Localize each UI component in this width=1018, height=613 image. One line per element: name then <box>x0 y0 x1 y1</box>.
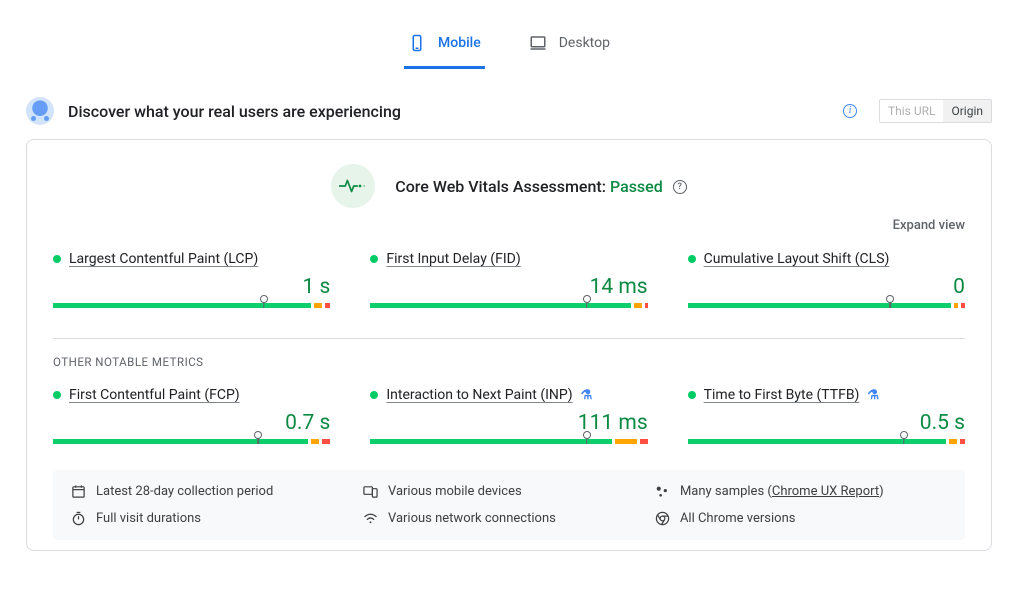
crux-link[interactable]: Chrome UX Report <box>772 484 879 499</box>
samples-icon <box>655 484 670 499</box>
experimental-icon: ⚗ <box>867 388 879 403</box>
core-metrics-row: Largest Contentful Paint (LCP) 1 s First… <box>53 251 965 308</box>
status-dot <box>370 255 378 263</box>
metric-fid-bar <box>370 303 647 308</box>
metric-inp-name[interactable]: Interaction to Next Paint (INP) <box>386 387 572 403</box>
assessment-card: Core Web Vitals Assessment: Passed ? Exp… <box>26 139 992 551</box>
assessment-prefix: Core Web Vitals Assessment: <box>395 177 606 196</box>
bar-pointer <box>254 431 262 439</box>
metric-fid-name[interactable]: First Input Delay (FID) <box>386 251 520 267</box>
wifi-icon <box>363 511 378 526</box>
metric-ttfb-value: 0.5 s <box>688 411 965 435</box>
metric-lcp-name[interactable]: Largest Contentful Paint (LCP) <box>69 251 258 267</box>
section-other-label: OTHER NOTABLE METRICS <box>53 355 965 369</box>
metric-fid: First Input Delay (FID) 14 ms <box>370 251 647 308</box>
metric-lcp: Largest Contentful Paint (LCP) 1 s <box>53 251 330 308</box>
help-icon[interactable]: ? <box>673 180 687 194</box>
metric-cls: Cumulative Layout Shift (CLS) 0 <box>688 251 965 308</box>
assessment-title: Core Web Vitals Assessment: Passed ? <box>395 177 686 196</box>
footer-chrome: All Chrome versions <box>655 511 947 526</box>
footer-chrome-text: All Chrome versions <box>680 511 796 526</box>
users-icon <box>26 97 54 125</box>
metric-ttfb-bar <box>688 439 965 444</box>
footer-period-text: Latest 28-day collection period <box>96 484 273 499</box>
footer-network-text: Various network connections <box>388 511 556 526</box>
metric-lcp-value: 1 s <box>53 275 330 299</box>
bar-pointer <box>886 295 894 303</box>
status-dot <box>53 255 61 263</box>
metric-fcp-bar <box>53 439 330 444</box>
status-dot <box>688 391 696 399</box>
assessment-status: Passed <box>610 177 663 196</box>
metric-cls-value: 0 <box>688 275 965 299</box>
footer-devices: Various mobile devices <box>363 484 655 499</box>
footer-samples-text: Many samples (Chrome UX Report) <box>680 484 884 499</box>
tab-desktop[interactable]: Desktop <box>525 26 614 69</box>
mobile-icon <box>408 34 426 52</box>
footer-period: Latest 28-day collection period <box>71 484 363 499</box>
metric-fcp: First Contentful Paint (FCP) 0.7 s <box>53 387 330 444</box>
tab-mobile[interactable]: Mobile <box>404 26 485 69</box>
footer: Latest 28-day collection period Various … <box>53 470 965 540</box>
metric-cls-bar <box>688 303 965 308</box>
bar-pointer <box>260 295 268 303</box>
bar-pointer <box>900 431 908 439</box>
footer-duration: Full visit durations <box>71 511 363 526</box>
footer-devices-text: Various mobile devices <box>388 484 522 499</box>
metric-ttfb-name[interactable]: Time to First Byte (TTFB) <box>704 387 860 403</box>
bar-pointer <box>583 431 591 439</box>
experimental-icon: ⚗ <box>581 388 593 403</box>
metric-fcp-value: 0.7 s <box>53 411 330 435</box>
metric-ttfb: Time to First Byte (TTFB) ⚗ 0.5 s <box>688 387 965 444</box>
metric-cls-name[interactable]: Cumulative Layout Shift (CLS) <box>704 251 890 267</box>
footer-duration-text: Full visit durations <box>96 511 201 526</box>
pulse-icon <box>331 164 375 208</box>
devices-icon <box>363 484 378 499</box>
footer-samples: Many samples (Chrome UX Report) <box>655 484 947 499</box>
status-dot <box>370 391 378 399</box>
metric-inp-bar <box>370 439 647 444</box>
metric-fcp-name[interactable]: First Contentful Paint (FCP) <box>69 387 240 403</box>
tab-bar: Mobile Desktop <box>26 0 992 69</box>
metric-fid-value: 14 ms <box>370 275 647 299</box>
scope-toggle: This URL Origin <box>879 99 992 123</box>
status-dot <box>53 391 61 399</box>
status-dot <box>688 255 696 263</box>
other-metrics-row: First Contentful Paint (FCP) 0.7 s Inter… <box>53 387 965 444</box>
metric-inp: Interaction to Next Paint (INP) ⚗ 111 ms <box>370 387 647 444</box>
toggle-this-url[interactable]: This URL <box>880 100 944 122</box>
tab-mobile-label: Mobile <box>438 35 481 51</box>
expand-view-button[interactable]: Expand view <box>53 218 965 233</box>
metric-inp-value: 111 ms <box>370 411 647 435</box>
discover-title: Discover what your real users are experi… <box>68 102 829 121</box>
footer-network: Various network connections <box>363 511 655 526</box>
metric-lcp-bar <box>53 303 330 308</box>
desktop-icon <box>529 34 547 52</box>
info-icon[interactable] <box>843 104 857 118</box>
toggle-origin[interactable]: Origin <box>943 100 991 122</box>
bar-pointer <box>583 295 591 303</box>
chrome-icon <box>655 511 670 526</box>
tab-desktop-label: Desktop <box>559 35 610 51</box>
stopwatch-icon <box>71 511 86 526</box>
calendar-icon <box>71 484 86 499</box>
discover-header: Discover what your real users are experi… <box>26 97 992 125</box>
divider <box>53 338 965 339</box>
assessment-header: Core Web Vitals Assessment: Passed ? <box>53 164 965 208</box>
